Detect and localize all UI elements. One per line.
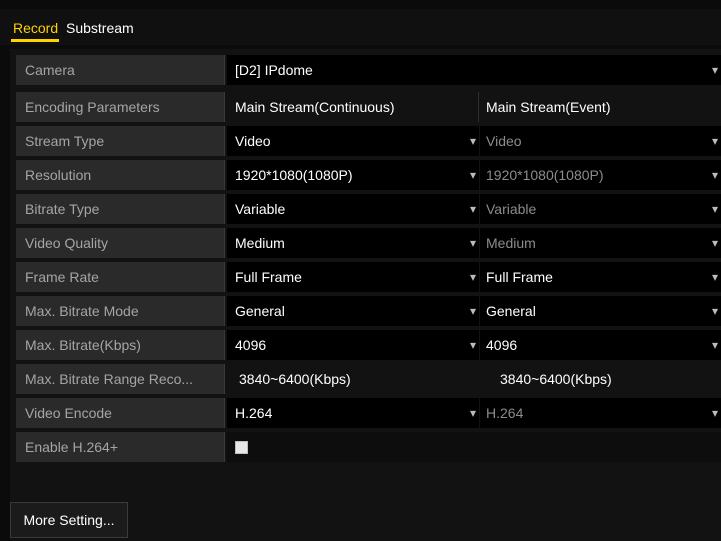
chevron-down-icon[interactable]: ▾ [470, 126, 476, 156]
stream-type-row: Stream Type Video ▾ Video ▾ [16, 126, 721, 156]
camera-select[interactable]: [D2] IPdome ▾ [227, 55, 721, 85]
stream-type-event-value: Video [486, 133, 522, 149]
resolution-event-select: 1920*1080(1080P) ▾ [480, 160, 721, 190]
chevron-down-icon: ▾ [711, 406, 718, 420]
chevron-down-icon[interactable]: ▾ [470, 194, 476, 224]
stream-type-continuous-value: Video [235, 133, 271, 149]
frame-rate-label: Frame Rate [16, 262, 225, 292]
enable-h264plus-checkbox[interactable] [235, 441, 248, 454]
chevron-down-icon[interactable]: ▾ [712, 296, 718, 326]
chevron-down-icon[interactable]: ▾ [470, 330, 476, 360]
stream-type-continuous-select[interactable]: Video ▾ [227, 126, 479, 156]
max-bitrate-mode-continuous-value: General [235, 303, 285, 319]
bitrate-type-continuous-select[interactable]: Variable ▾ [227, 194, 479, 224]
bitrate-type-continuous-value: Variable [235, 201, 286, 217]
max-bitrate-continuous-value: 4096 [235, 337, 267, 353]
enable-h264plus-label: Enable H.264+ [16, 432, 225, 462]
max-bitrate-row: Max. Bitrate(Kbps) 4096 ▾ 4096 ▾ [16, 330, 721, 360]
chevron-down-icon[interactable]: ▾ [712, 330, 718, 360]
bitrate-type-event-value: Variable [486, 201, 537, 217]
chevron-down-icon[interactable]: ▾ [470, 262, 476, 292]
chevron-down-icon[interactable]: ▾ [470, 228, 476, 258]
video-encode-continuous-select[interactable]: H.264 ▾ [227, 398, 479, 428]
bitrate-type-event-select: Variable ▾ [480, 194, 721, 224]
tab-substream[interactable]: Substream [66, 20, 134, 36]
video-encode-event-value: H.264 [486, 405, 524, 421]
video-quality-event-select: Medium ▾ [480, 228, 721, 258]
resolution-continuous-select[interactable]: 1920*1080(1080P) ▾ [227, 160, 479, 190]
max-bitrate-range-row: Max. Bitrate Range Reco... 3840~6400(Kbp… [16, 364, 721, 394]
max-bitrate-mode-event-select[interactable]: General ▾ [480, 296, 721, 326]
enable-h264plus-field [227, 432, 721, 462]
camera-row: Camera [D2] IPdome ▾ [16, 55, 721, 85]
chevron-down-icon[interactable]: ▾ [712, 55, 718, 85]
chevron-down-icon[interactable]: ▾ [712, 262, 718, 292]
resolution-label: Resolution [16, 160, 225, 190]
frame-rate-row: Frame Rate Full Frame ▾ Full Frame ▾ [16, 262, 721, 292]
encoding-parameters-label: Encoding Parameters [16, 92, 225, 122]
camera-label: Camera [16, 55, 225, 85]
resolution-row: Resolution 1920*1080(1080P) ▾ 1920*1080(… [16, 160, 721, 190]
resolution-event-value: 1920*1080(1080P) [486, 167, 604, 183]
chevron-down-icon[interactable]: ▾ [470, 160, 476, 190]
camera-value: [D2] IPdome [235, 62, 313, 78]
video-quality-row: Video Quality Medium ▾ Medium ▾ [16, 228, 721, 258]
max-bitrate-mode-label: Max. Bitrate Mode [16, 296, 225, 326]
video-encode-continuous-value: H.264 [235, 405, 273, 421]
frame-rate-event-value: Full Frame [486, 269, 553, 285]
tab-record[interactable]: Record [13, 20, 58, 36]
chevron-down-icon[interactable]: ▾ [470, 398, 476, 428]
max-bitrate-continuous-select[interactable]: 4096 ▾ [227, 330, 479, 360]
bitrate-type-row: Bitrate Type Variable ▾ Variable ▾ [16, 194, 721, 224]
record-settings-panel [10, 49, 721, 541]
stream-type-label: Stream Type [16, 126, 225, 156]
chevron-down-icon: ▾ [711, 202, 718, 216]
stream-type-event-select: Video ▾ [480, 126, 721, 156]
chevron-down-icon: ▾ [711, 236, 718, 250]
max-bitrate-mode-row: Max. Bitrate Mode General ▾ General ▾ [16, 296, 721, 326]
max-bitrate-event-value: 4096 [486, 337, 518, 353]
main-stream-continuous-header: Main Stream(Continuous) [227, 92, 479, 122]
video-encode-row: Video Encode H.264 ▾ H.264 ▾ [16, 398, 721, 428]
video-quality-event-value: Medium [486, 235, 536, 251]
more-setting-button[interactable]: More Setting... [10, 502, 128, 538]
encoding-header-row: Encoding Parameters Main Stream(Continuo… [16, 92, 721, 122]
max-bitrate-mode-event-value: General [486, 303, 536, 319]
enable-h264plus-row: Enable H.264+ [16, 432, 721, 462]
chevron-down-icon[interactable]: ▾ [470, 296, 476, 326]
max-bitrate-range-event-value: 3840~6400(Kbps) [480, 364, 721, 394]
video-encode-event-select: H.264 ▾ [480, 398, 721, 428]
video-encode-label: Video Encode [16, 398, 225, 428]
max-bitrate-label: Max. Bitrate(Kbps) [16, 330, 225, 360]
bitrate-type-label: Bitrate Type [16, 194, 225, 224]
tab-active-indicator [11, 39, 59, 42]
video-quality-label: Video Quality [16, 228, 225, 258]
chevron-down-icon: ▾ [711, 134, 718, 148]
tab-bar: Record Substream [0, 9, 721, 45]
max-bitrate-mode-continuous-select[interactable]: General ▾ [227, 296, 479, 326]
resolution-continuous-value: 1920*1080(1080P) [235, 167, 353, 183]
max-bitrate-event-select[interactable]: 4096 ▾ [480, 330, 721, 360]
video-quality-continuous-select[interactable]: Medium ▾ [227, 228, 479, 258]
frame-rate-continuous-select[interactable]: Full Frame ▾ [227, 262, 479, 292]
frame-rate-event-select[interactable]: Full Frame ▾ [480, 262, 721, 292]
frame-rate-continuous-value: Full Frame [235, 269, 302, 285]
chevron-down-icon: ▾ [711, 168, 718, 182]
max-bitrate-range-continuous-value: 3840~6400(Kbps) [227, 364, 479, 394]
max-bitrate-range-label: Max. Bitrate Range Reco... [16, 364, 225, 394]
main-stream-event-header: Main Stream(Event) [480, 92, 721, 122]
video-quality-continuous-value: Medium [235, 235, 285, 251]
